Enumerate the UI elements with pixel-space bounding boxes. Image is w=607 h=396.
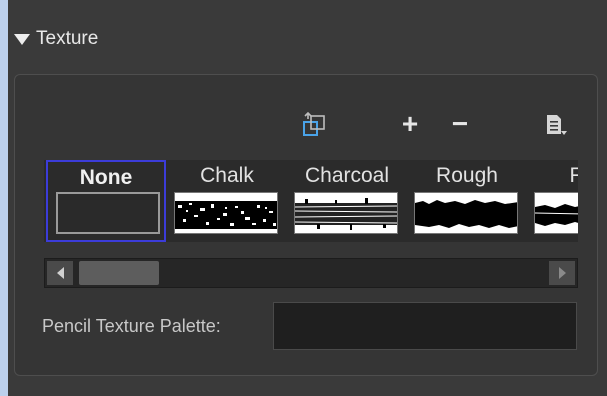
- texture-menu-button[interactable]: [540, 110, 570, 140]
- texture-preview-chalk: [174, 192, 278, 234]
- texture-preview-charcoal: [294, 192, 398, 234]
- texture-swatch-charcoal[interactable]: Charcoal: [288, 160, 406, 242]
- swatch-label: None: [79, 166, 133, 189]
- add-texture-button[interactable]: +: [396, 110, 424, 138]
- swatch-label: Chalk: [200, 164, 254, 187]
- felt-texture-graphic: [535, 204, 578, 226]
- pencil-texture-palette-field[interactable]: [273, 302, 577, 350]
- plus-icon: +: [401, 108, 419, 139]
- chevron-left-icon: [56, 267, 64, 279]
- texture-preview-none: [56, 192, 160, 234]
- swatch-label: Felt: [569, 164, 578, 187]
- section-title: Texture: [36, 28, 99, 49]
- minus-icon: −: [451, 108, 469, 139]
- texture-swatch-chalk[interactable]: Chalk: [168, 160, 286, 242]
- texture-preview-felt: [534, 192, 578, 234]
- import-texture-button[interactable]: [297, 108, 331, 142]
- texture-horizontal-scrollbar[interactable]: [44, 258, 578, 288]
- import-icon: [303, 111, 325, 136]
- scrollbar-thumb[interactable]: [79, 261, 159, 285]
- texture-swatch-rough[interactable]: Rough: [408, 160, 526, 242]
- chevron-right-icon: [558, 267, 566, 279]
- pencil-texture-palette-label: Pencil Texture Palette:: [42, 316, 221, 336]
- texture-swatch-felt[interactable]: Felt: [528, 160, 578, 242]
- swatch-label: Rough: [436, 164, 498, 187]
- texture-swatch-strip: None Chalk Charcoal Rough F: [44, 160, 578, 242]
- texture-section-header[interactable]: Texture: [14, 26, 98, 52]
- texture-swatch-none[interactable]: None: [46, 160, 166, 242]
- scroll-left-button[interactable]: [47, 261, 73, 285]
- charcoal-texture-graphic: [295, 198, 397, 230]
- remove-texture-button[interactable]: −: [446, 110, 474, 138]
- texture-preview-rough: [414, 192, 518, 234]
- swatch-label: Charcoal: [304, 164, 390, 187]
- menu-icon: [547, 115, 567, 135]
- chalk-texture-graphic: [175, 201, 277, 229]
- left-edge-bar: [0, 0, 8, 396]
- collapse-triangle-icon[interactable]: [14, 33, 30, 45]
- scroll-right-button[interactable]: [549, 261, 575, 285]
- rough-texture-graphic: [415, 200, 517, 228]
